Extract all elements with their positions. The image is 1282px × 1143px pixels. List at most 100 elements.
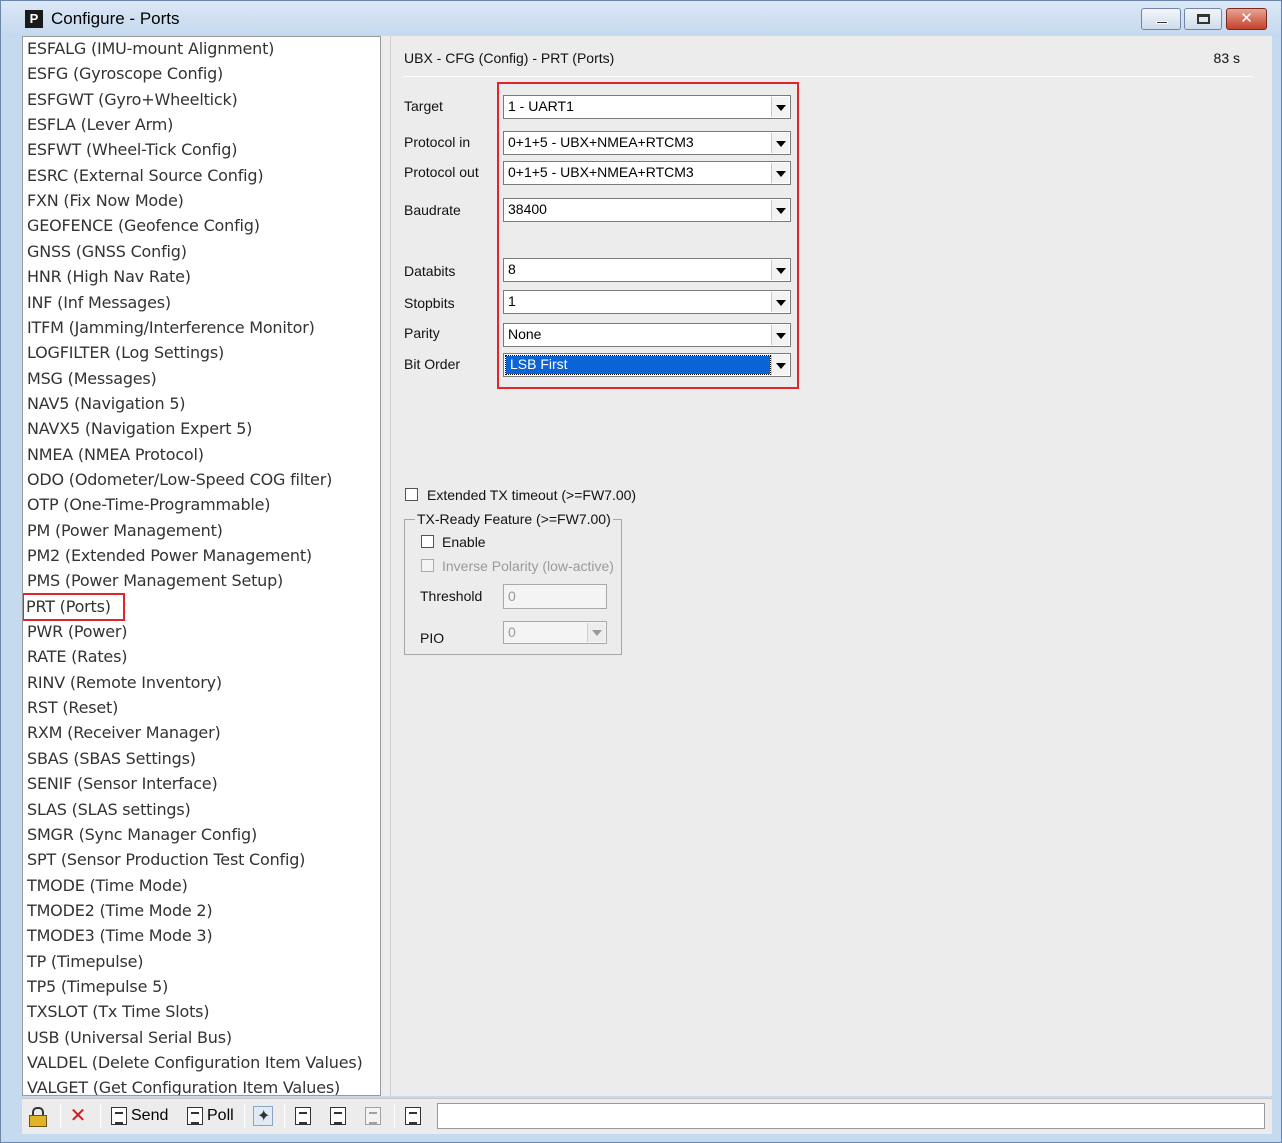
chevron-down-icon[interactable] xyxy=(771,200,789,220)
list-item[interactable]: ODO (Odometer/Low-Speed COG filter) xyxy=(27,468,332,492)
inverse-polarity-checkbox[interactable] xyxy=(421,559,434,572)
bit-order-select[interactable]: LSB First xyxy=(503,353,791,377)
protocol-in-select[interactable]: 0+1+5 - UBX+NMEA+RTCM3 xyxy=(503,131,791,155)
databits-value: 8 xyxy=(508,261,516,277)
lock-button[interactable] xyxy=(28,1102,47,1130)
window-title: Configure - Ports xyxy=(51,9,180,28)
list-item[interactable]: VALGET (Get Configuration Item Values) xyxy=(27,1076,340,1095)
list-item[interactable]: ESFLA (Lever Arm) xyxy=(27,113,173,137)
list-item[interactable]: TXSLOT (Tx Time Slots) xyxy=(27,1000,210,1024)
poll-timer: 83 s xyxy=(1213,50,1240,66)
list-item[interactable]: ITFM (Jamming/Interference Monitor) xyxy=(27,316,315,340)
list-item[interactable]: TMODE (Time Mode) xyxy=(27,874,188,898)
toolbar-separator xyxy=(394,1104,395,1128)
message-list[interactable]: ESFALG (IMU-mount Alignment) ESFG (Gyrosc… xyxy=(22,36,381,1096)
chevron-down-icon[interactable] xyxy=(771,325,789,345)
list-item[interactable]: SLAS (SLAS settings) xyxy=(27,798,191,822)
list-item[interactable]: USB (Universal Serial Bus) xyxy=(27,1026,232,1050)
list-item[interactable]: PM (Power Management) xyxy=(27,519,223,543)
list-item[interactable]: RINV (Remote Inventory) xyxy=(27,671,222,695)
protocol-in-value: 0+1+5 - UBX+NMEA+RTCM3 xyxy=(508,134,694,150)
enable-checkbox[interactable] xyxy=(421,535,434,548)
bit-order-label: Bit Order xyxy=(404,356,461,372)
save-icon xyxy=(405,1107,421,1125)
target-select[interactable]: 1 - UART1 xyxy=(503,95,791,119)
title-bar[interactable]: P Configure - Ports ✕ xyxy=(1,1,1281,37)
protocol-out-label: Protocol out xyxy=(404,164,479,180)
list-item[interactable]: ESFG (Gyroscope Config) xyxy=(27,62,223,86)
export-button[interactable] xyxy=(365,1102,381,1130)
tx-ready-title: TX-Ready Feature (>=FW7.00) xyxy=(415,511,613,527)
list-item[interactable]: RXM (Receiver Manager) xyxy=(27,721,221,745)
parity-select[interactable]: None xyxy=(503,323,791,347)
chevron-down-icon[interactable] xyxy=(771,97,789,117)
list-item[interactable]: VALDEL (Delete Configuration Item Values… xyxy=(27,1051,363,1075)
chevron-down-icon[interactable] xyxy=(771,133,789,153)
threshold-field[interactable]: 0 xyxy=(503,584,607,609)
list-item[interactable]: RST (Reset) xyxy=(27,696,118,720)
wand-icon xyxy=(253,1106,273,1126)
list-item[interactable]: MSG (Messages) xyxy=(27,367,157,391)
chevron-down-icon[interactable] xyxy=(771,260,789,280)
list-item[interactable]: RATE (Rates) xyxy=(27,645,127,669)
minimize-button[interactable] xyxy=(1141,8,1181,30)
list-item[interactable]: TP5 (Timepulse 5) xyxy=(27,975,168,999)
protocol-out-select[interactable]: 0+1+5 - UBX+NMEA+RTCM3 xyxy=(503,161,791,185)
list-item[interactable]: ESRC (External Source Config) xyxy=(27,164,264,188)
list-item[interactable]: ESFALG (IMU-mount Alignment) xyxy=(27,37,274,61)
list-item[interactable]: NAV5 (Navigation 5) xyxy=(27,392,186,416)
list-item[interactable]: LOGFILTER (Log Settings) xyxy=(27,341,224,365)
list-item[interactable]: SMGR (Sync Manager Config) xyxy=(27,823,257,847)
poll-label: Poll xyxy=(207,1107,234,1124)
list-item[interactable]: ESFGWT (Gyro+Wheeltick) xyxy=(27,88,238,112)
list-item[interactable]: ESFWT (Wheel-Tick Config) xyxy=(27,138,237,162)
chevron-down-icon[interactable] xyxy=(771,355,789,375)
baudrate-select[interactable]: 38400 xyxy=(503,198,791,222)
list-item[interactable]: TMODE2 (Time Mode 2) xyxy=(27,899,213,923)
delete-button[interactable]: ✕ xyxy=(68,1102,88,1130)
list-item[interactable]: INF (Inf Messages) xyxy=(27,291,171,315)
maximize-button[interactable] xyxy=(1184,8,1222,30)
list-item[interactable]: GEOFENCE (Geofence Config) xyxy=(27,214,260,238)
list-item[interactable]: SPT (Sensor Production Test Config) xyxy=(27,848,305,872)
extended-tx-timeout-label: Extended TX timeout (>=FW7.00) xyxy=(427,487,637,503)
databits-select[interactable]: 8 xyxy=(503,258,791,282)
list-item[interactable]: GNSS (GNSS Config) xyxy=(27,240,187,264)
protocol-in-label: Protocol in xyxy=(404,134,471,150)
list-item[interactable]: OTP (One-Time-Programmable) xyxy=(27,493,271,517)
pio-select[interactable]: 0 xyxy=(503,621,607,644)
baudrate-value: 38400 xyxy=(508,201,547,217)
send-button[interactable]: Send xyxy=(111,1102,168,1130)
chevron-down-icon[interactable] xyxy=(771,163,789,183)
list-item[interactable]: TP (Timepulse) xyxy=(27,950,143,974)
list-item[interactable]: NAVX5 (Navigation Expert 5) xyxy=(27,417,252,441)
protocol-out-value: 0+1+5 - UBX+NMEA+RTCM3 xyxy=(508,164,694,180)
close-button[interactable]: ✕ xyxy=(1226,8,1267,30)
threshold-value: 0 xyxy=(508,588,516,604)
list-item[interactable]: NMEA (NMEA Protocol) xyxy=(27,443,204,467)
pio-value: 0 xyxy=(508,624,516,640)
import-button[interactable] xyxy=(330,1102,346,1130)
extended-tx-timeout-checkbox[interactable] xyxy=(405,488,418,501)
list-item[interactable]: FXN (Fix Now Mode) xyxy=(27,189,184,213)
chevron-down-icon[interactable] xyxy=(771,292,789,312)
chevron-down-icon[interactable] xyxy=(587,623,605,642)
list-item[interactable]: HNR (High Nav Rate) xyxy=(27,265,191,289)
list-item[interactable]: SENIF (Sensor Interface) xyxy=(27,772,218,796)
list-item[interactable]: PRT (Ports) xyxy=(23,592,125,621)
list-item[interactable]: PM2 (Extended Power Management) xyxy=(27,544,312,568)
list-item[interactable]: PWR (Power) xyxy=(27,620,128,644)
autopoll-button[interactable] xyxy=(253,1102,273,1130)
poll-button[interactable]: Poll xyxy=(187,1102,234,1130)
stopbits-select[interactable]: 1 xyxy=(503,290,791,314)
divider xyxy=(403,76,1253,77)
list-item[interactable]: PMS (Power Management Setup) xyxy=(27,569,283,593)
list-item[interactable]: TMODE3 (Time Mode 3) xyxy=(27,924,213,948)
list-item[interactable]: SBAS (SBAS Settings) xyxy=(27,747,196,771)
save-config-button[interactable] xyxy=(405,1102,421,1130)
copy-button[interactable] xyxy=(295,1102,311,1130)
toolbar-separator xyxy=(60,1104,61,1128)
tx-ready-group: TX-Ready Feature (>=FW7.00) Enable Inver… xyxy=(404,511,622,655)
toolbar-separator xyxy=(244,1104,245,1128)
stopbits-value: 1 xyxy=(508,293,516,309)
